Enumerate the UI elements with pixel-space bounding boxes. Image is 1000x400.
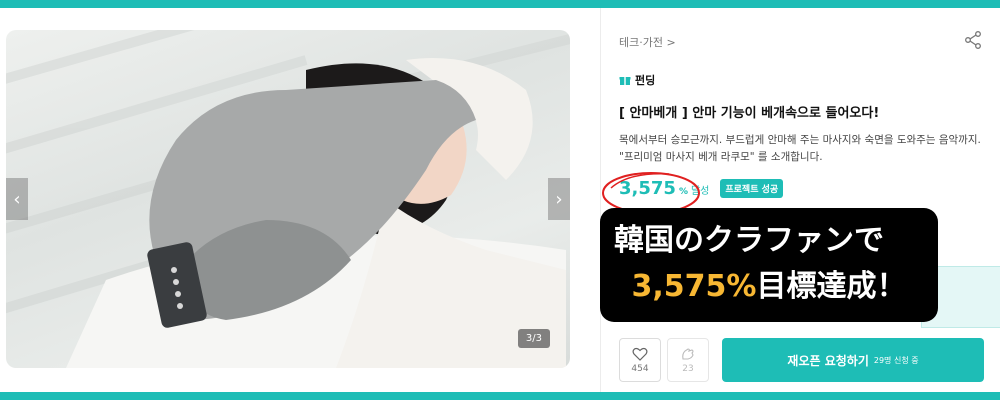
funding-tag-label: 펀딩 <box>635 74 656 87</box>
gift-icon <box>619 77 631 85</box>
cheer-count: 23 <box>682 363 694 374</box>
gallery-next-button[interactable]: › <box>548 178 570 220</box>
like-button[interactable]: 454 <box>619 338 661 382</box>
success-badge: 프로젝트 성공 <box>720 179 784 198</box>
share-icon[interactable] <box>963 30 983 50</box>
reopen-request-button[interactable]: 재오픈 요청하기 29명 신청 중 <box>722 338 984 382</box>
bottom-accent-bar <box>0 392 1000 400</box>
chevron-right-icon: › <box>555 188 563 210</box>
gallery-counter: 3/3 <box>517 329 550 348</box>
like-count: 454 <box>631 363 649 374</box>
chevron-left-icon: ‹ <box>13 188 21 210</box>
banner-line2: 3,575%目標達成！ <box>614 266 924 308</box>
promo-banner: 韓国のクラファンで 3,575%目標達成！ <box>600 208 938 322</box>
cheer-button[interactable]: 23 <box>667 338 709 382</box>
gallery-prev-button[interactable]: ‹ <box>6 178 28 220</box>
project-title: [ 안마베개 ] 안마 기능이 베개속으로 들어오다! <box>619 106 880 121</box>
photo-illustration <box>6 30 570 368</box>
heart-icon <box>632 347 648 361</box>
cheer-hand-icon <box>682 347 694 360</box>
top-accent-bar <box>0 0 1000 8</box>
funding-tag: 펀딩 <box>619 72 655 88</box>
category-breadcrumb[interactable]: 테크·가전 > <box>619 34 676 50</box>
banner-line1: 韓国のクラファンで <box>614 223 884 258</box>
banner-highlight: 3,575% <box>631 269 757 304</box>
banner-line2-rest: 目標達成！ <box>756 269 907 304</box>
page-frame: ‹ › 3/3 테크·가전 > 펀딩 [ 안마베개 ] 안마 기능이 베개속으로… <box>0 0 1000 400</box>
reopen-sub-label: 29명 신청 중 <box>873 355 919 365</box>
reopen-label: 재오픈 요청하기 <box>787 353 869 368</box>
project-info-panel: 테크·가전 > 펀딩 [ 안마베개 ] 안마 기능이 베개속으로 들어오다! 목… <box>600 8 1000 392</box>
project-description: 목에서부터 승모근까지. 부드럽게 안마해 주는 마사지와 숙면을 도와주는 음… <box>619 134 981 163</box>
product-photo: ‹ › 3/3 <box>6 30 570 368</box>
